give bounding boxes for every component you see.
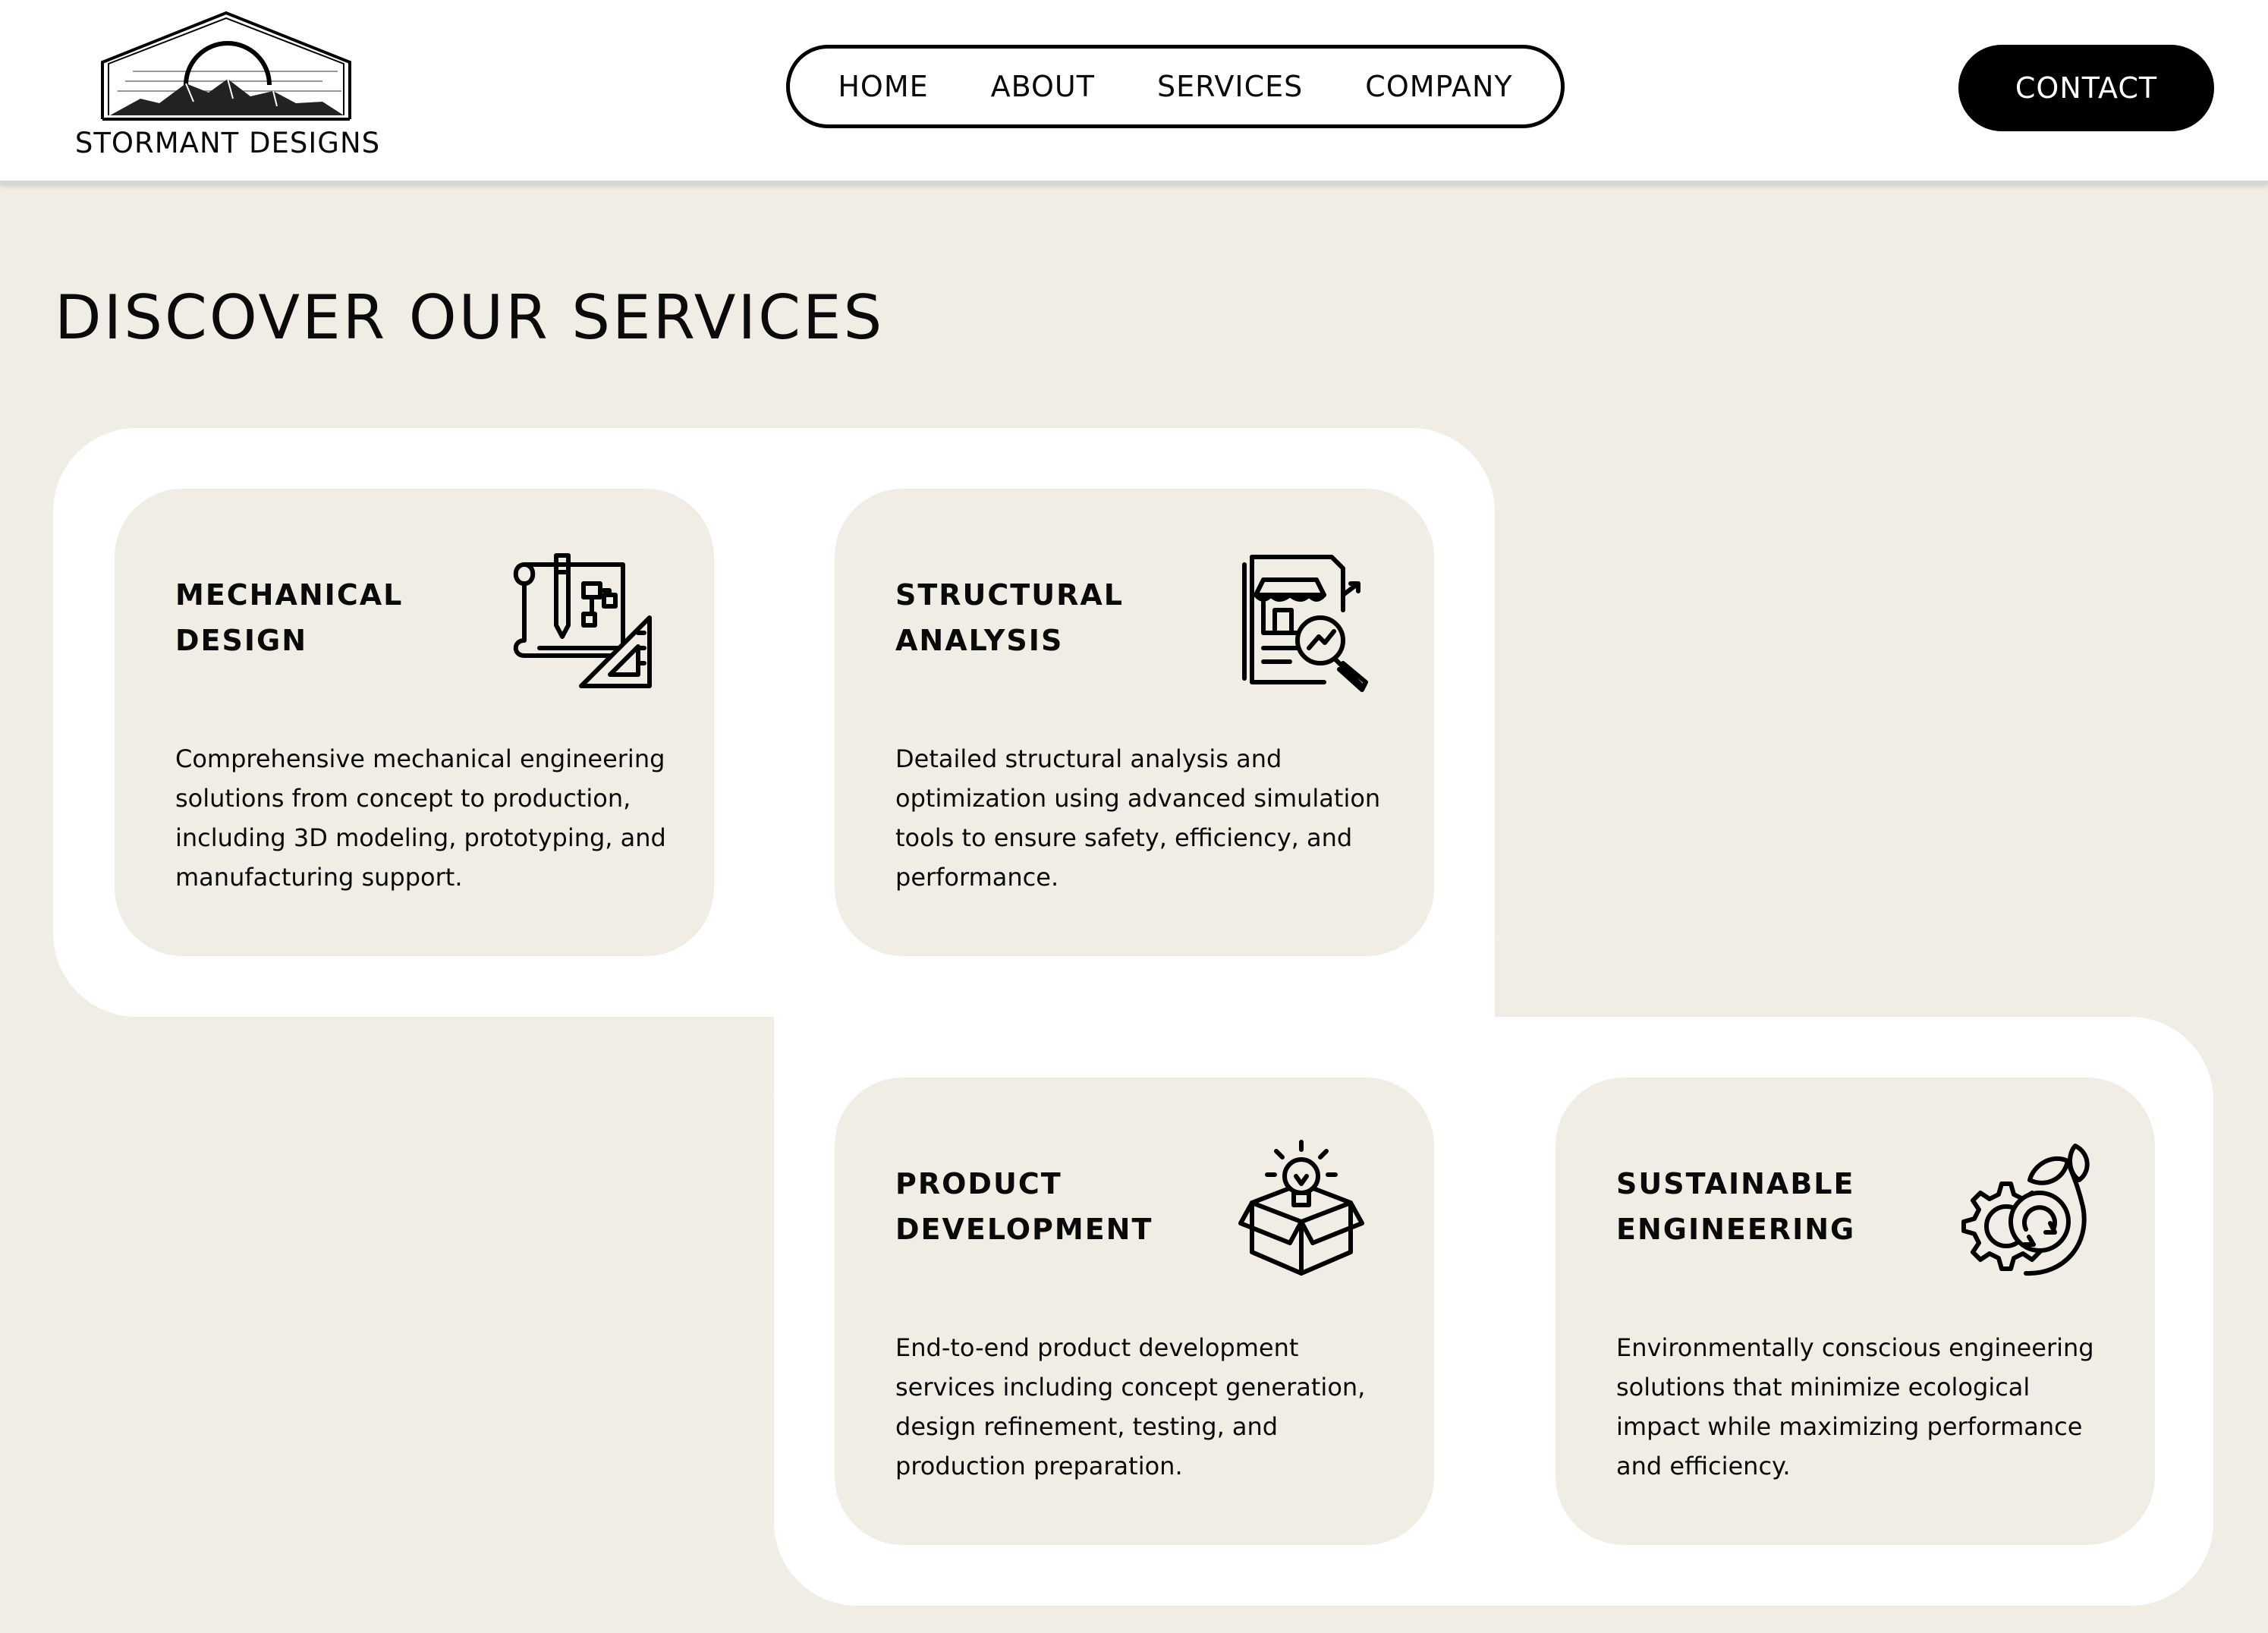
site-header: STORMANT DESIGNS HOME ABOUT SERVICES COM… xyxy=(0,0,2268,184)
panel-notch xyxy=(698,1017,774,1100)
nav-home[interactable]: HOME xyxy=(838,70,928,103)
service-title: PRODUCT DEVELOPMENT xyxy=(895,1167,1153,1246)
service-title: STRUCTURAL ANALYSIS xyxy=(895,578,1124,657)
gear-leaf-icon xyxy=(1950,1138,2094,1282)
brand-name: STORMANT DESIGNS xyxy=(74,127,381,159)
service-title: MECHANICAL DESIGN xyxy=(175,578,404,657)
brand-logo[interactable]: STORMANT DESIGNS xyxy=(72,9,383,161)
mountain-logo-icon xyxy=(101,11,351,121)
contact-button[interactable]: CONTACT xyxy=(1958,45,2214,131)
panel-notch xyxy=(1495,941,1578,1017)
service-card-structural-analysis[interactable]: STRUCTURAL ANALYSIS Detailed structural … xyxy=(835,489,1434,956)
main-nav: HOME ABOUT SERVICES COMPANY xyxy=(786,45,1565,128)
service-card-mechanical-design[interactable]: MECHANICAL DESIGN Comprehensive mechanic… xyxy=(115,489,714,956)
nav-services[interactable]: SERVICES xyxy=(1157,70,1303,103)
nav-about[interactable]: ABOUT xyxy=(991,70,1095,103)
nav-company[interactable]: COMPANY xyxy=(1365,70,1512,103)
page-title: DISCOVER OUR SERVICES xyxy=(55,282,885,353)
service-description: Comprehensive mechanical engineering sol… xyxy=(175,744,666,892)
lightbulb-box-icon xyxy=(1229,1138,1373,1282)
service-description: Environmentally conscious engineering so… xyxy=(1616,1333,2094,1480)
blueprint-icon xyxy=(509,549,653,694)
service-title: SUSTAINABLE ENGINEERING xyxy=(1616,1167,1856,1246)
document-analysis-icon xyxy=(1229,549,1373,694)
services-panel-bridge xyxy=(774,941,1495,1093)
service-description: Detailed structural analysis and optimiz… xyxy=(895,744,1381,892)
service-description: End-to-end product development services … xyxy=(895,1333,1366,1480)
service-card-product-development[interactable]: PRODUCT DEVELOPMENT End-to-end product d… xyxy=(835,1078,1434,1545)
service-card-sustainable-engineering[interactable]: SUSTAINABLE ENGINEERING Environmentally … xyxy=(1556,1078,2155,1545)
